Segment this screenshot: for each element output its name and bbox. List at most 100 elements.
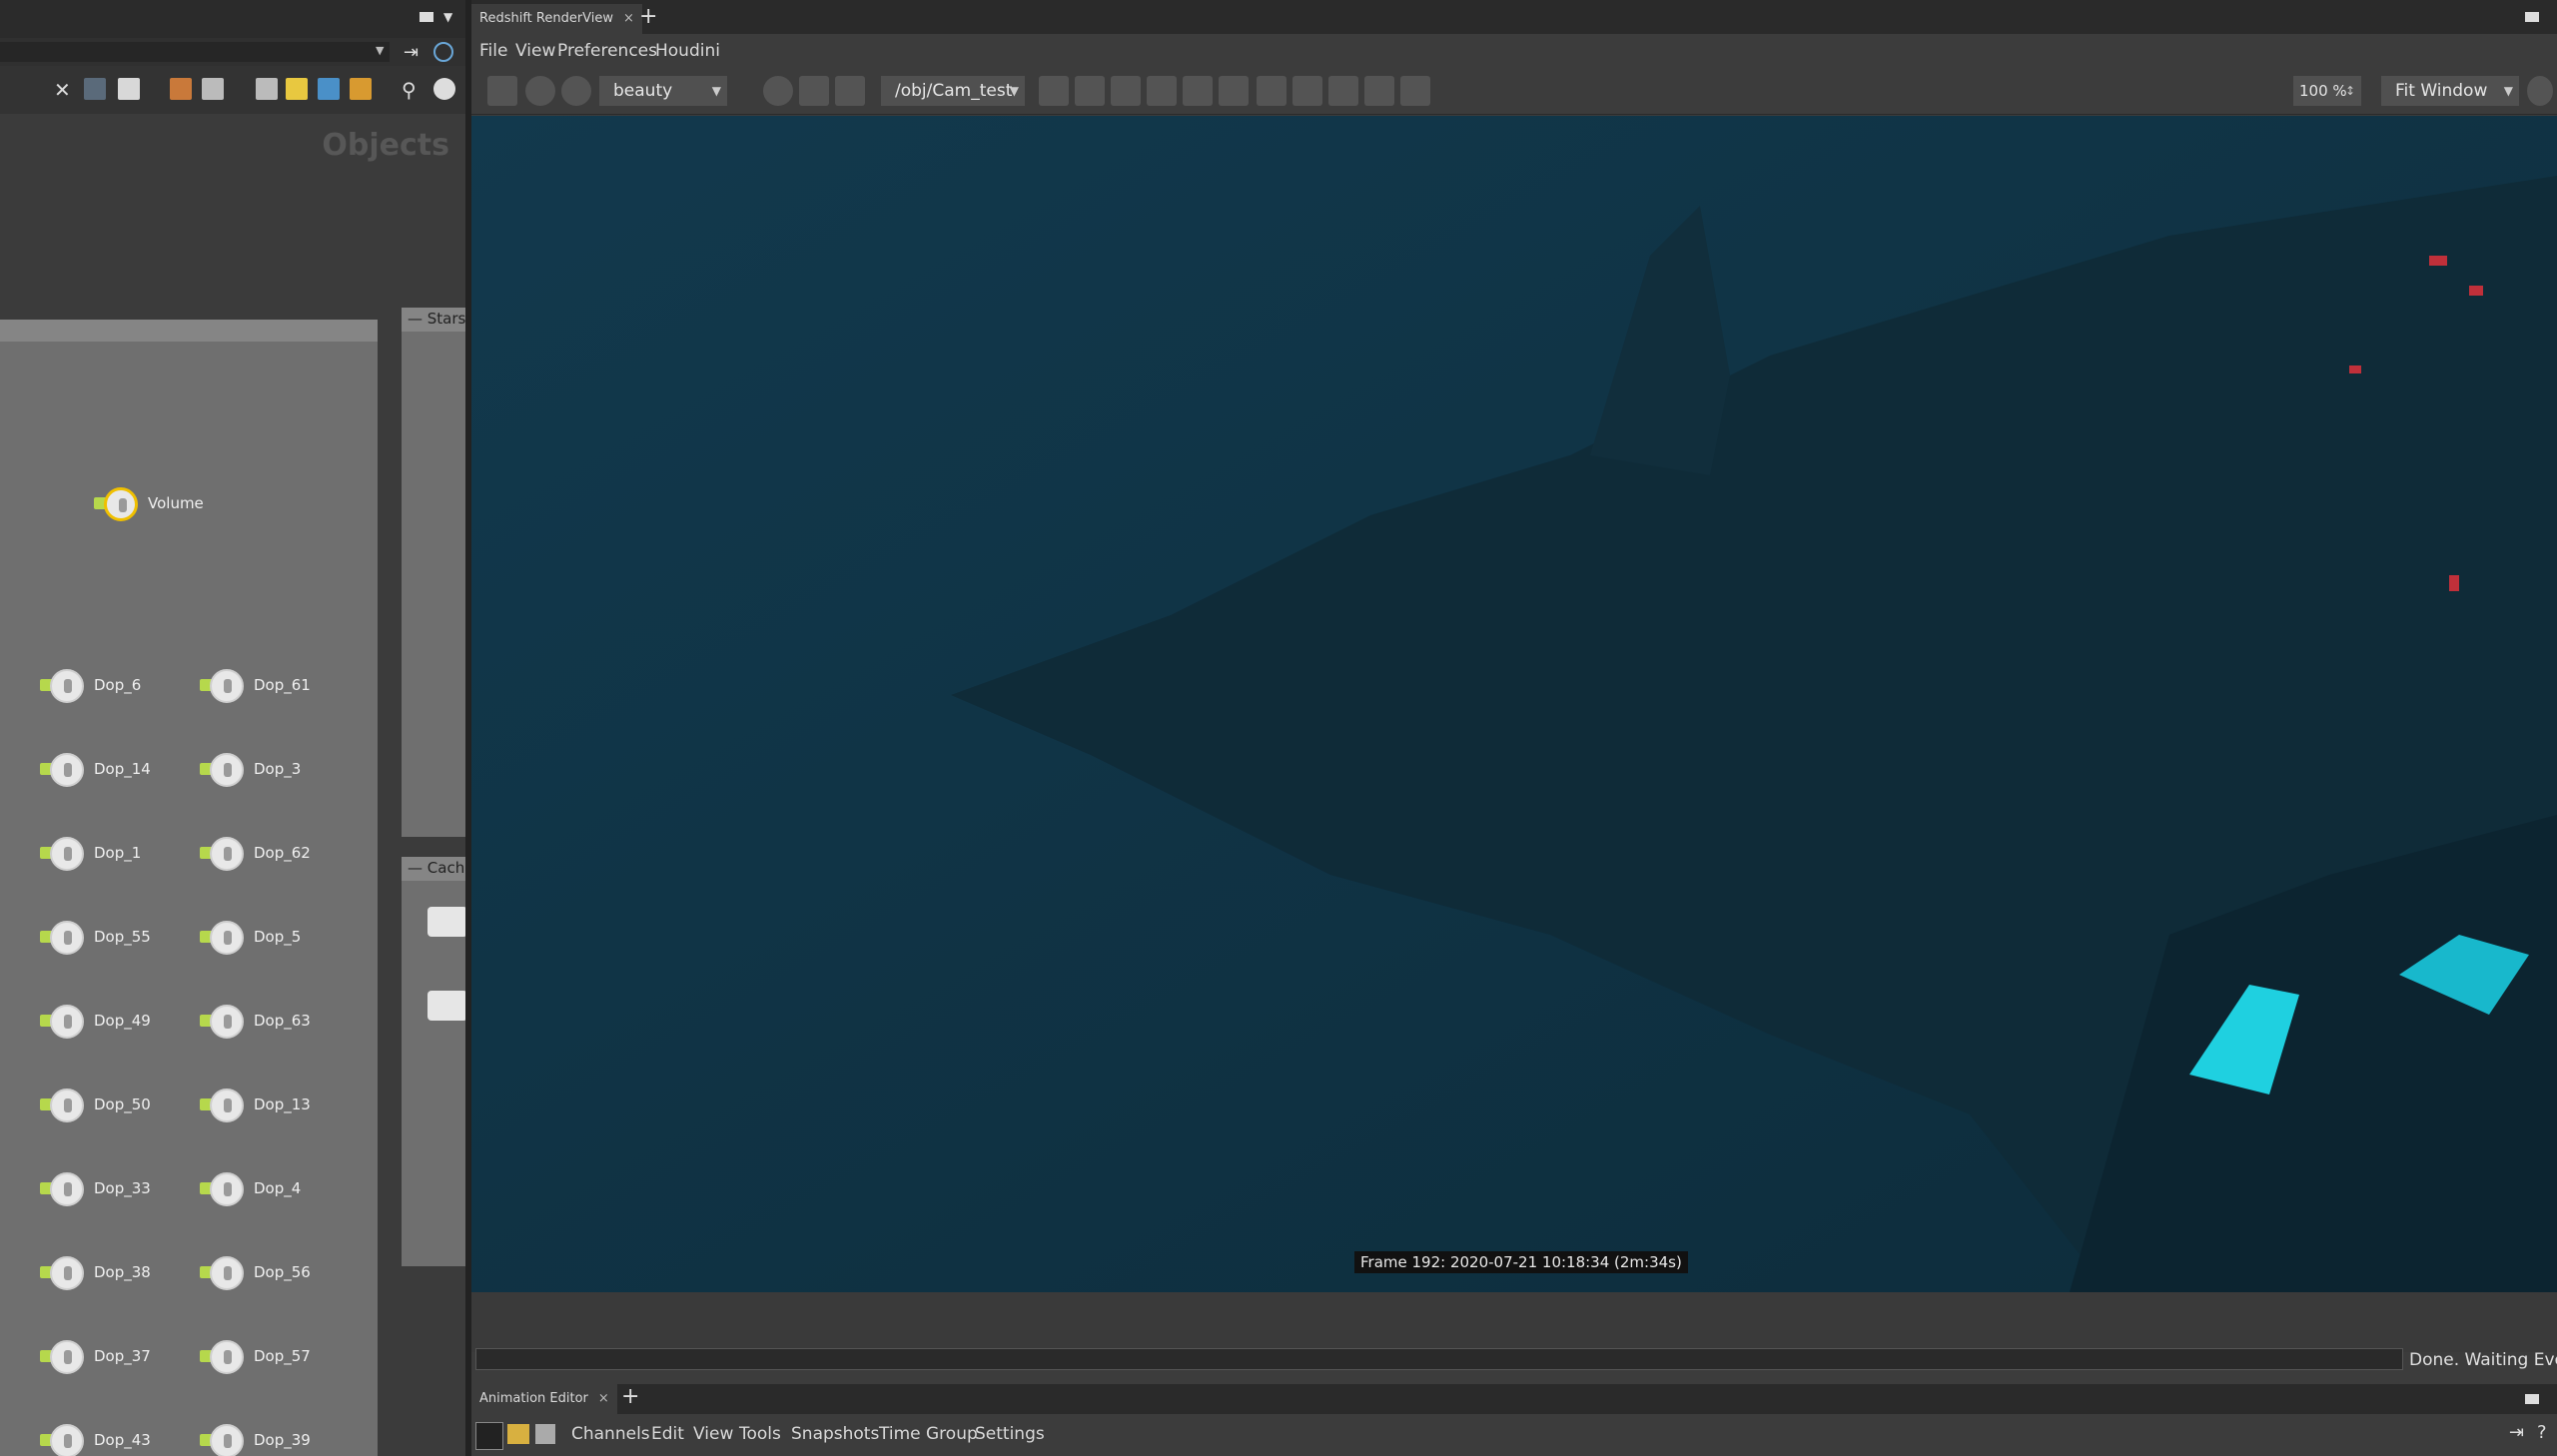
play-icon[interactable]	[525, 76, 555, 106]
node-label: Dop_61	[254, 676, 311, 694]
animation-tab-bar: Animation Editor × +	[471, 1384, 2557, 1414]
network-tab-bar: ▼	[0, 0, 465, 38]
grid-icon[interactable]	[202, 78, 224, 100]
snapshot-icon[interactable]	[763, 76, 793, 106]
pin-icon[interactable]: ⇥	[404, 42, 419, 63]
fit-dropdown[interactable]: Fit Window ▼	[2381, 76, 2519, 106]
menu-snapshots[interactable]: Snapshots	[791, 1424, 879, 1444]
search-icon[interactable]: ⚲	[402, 78, 424, 102]
node-dop[interactable]: Dop_56	[200, 1250, 360, 1298]
cache-node[interactable]	[427, 907, 465, 937]
region-icon[interactable]	[799, 76, 829, 106]
expand-icon[interactable]	[1257, 76, 1286, 106]
menu-edit[interactable]: Edit	[651, 1424, 684, 1444]
pane-menu-arrow-icon[interactable]: ▼	[443, 10, 452, 24]
gear-icon[interactable]	[2527, 76, 2553, 106]
menu-time-group[interactable]: Time Group	[879, 1424, 978, 1444]
chevron-down-icon: ▼	[711, 84, 721, 98]
node-dop[interactable]: Dop_62	[200, 831, 360, 879]
graph-mode-icon[interactable]	[475, 1422, 503, 1450]
pane-layout-icon[interactable]	[2525, 12, 2539, 22]
image-icon[interactable]	[318, 78, 340, 100]
node-dop[interactable]: Dop_61	[200, 663, 360, 711]
node-label: Dop_62	[254, 844, 311, 862]
pane-layout-icon[interactable]	[2525, 1394, 2539, 1404]
node-dop[interactable]: Dop_57	[200, 1334, 360, 1382]
light-bulb-icon	[210, 837, 244, 871]
render-progress-bar	[475, 1348, 2403, 1370]
node-label: Dop_39	[254, 1431, 311, 1449]
node-dop[interactable]: Dop_37	[40, 1334, 200, 1382]
menu-channels[interactable]: Channels	[571, 1424, 650, 1444]
node-dop[interactable]: Dop_5	[200, 915, 360, 963]
pin-icon[interactable]: ⇥	[2509, 1422, 2524, 1443]
save-image-icon[interactable]	[1364, 76, 1394, 106]
camera-dropdown[interactable]: /obj/Cam_test ▼	[881, 76, 1025, 106]
close-icon[interactable]: ×	[598, 1391, 609, 1406]
zoom-field[interactable]: 100 % ↕	[2293, 76, 2361, 106]
node-dop[interactable]: Dop_43	[40, 1418, 200, 1456]
link-icon[interactable]	[433, 42, 453, 62]
menu-settings[interactable]: Settings	[975, 1424, 1045, 1444]
add-tab-icon[interactable]: +	[639, 4, 657, 29]
sticky-note-icon[interactable]	[286, 78, 308, 100]
node-dop[interactable]: Dop_6	[40, 663, 200, 711]
node-dop[interactable]: Dop_1	[40, 831, 200, 879]
folder-icon[interactable]	[350, 78, 372, 100]
menu-file[interactable]: File	[479, 41, 507, 61]
node-dop[interactable]: Dop_38	[40, 1250, 200, 1298]
menu-preferences[interactable]: Preferences	[557, 41, 657, 61]
square-icon[interactable]	[1075, 76, 1105, 106]
node-volume[interactable]: Volume	[94, 481, 254, 529]
focus-icon[interactable]	[1219, 76, 1249, 106]
tree-view-icon[interactable]	[118, 78, 140, 100]
cache-node[interactable]	[427, 991, 465, 1021]
node-dop[interactable]: Dop_50	[40, 1083, 200, 1130]
menu-view[interactable]: View	[515, 41, 555, 61]
dopesheet-icon[interactable]	[507, 1424, 529, 1444]
node-dop[interactable]: Dop_33	[40, 1166, 200, 1214]
node-dop[interactable]: Dop_39	[200, 1418, 360, 1456]
light-bulb-icon	[210, 1340, 244, 1374]
light-bulb-icon	[210, 753, 244, 787]
lock-icon[interactable]	[1039, 76, 1069, 106]
aov-dropdown[interactable]: beauty ▼	[599, 76, 727, 106]
help-icon[interactable]: ?	[2537, 1422, 2547, 1443]
renderview-pane: Redshift RenderView × + File View Prefere…	[471, 0, 2557, 1456]
clapboard-icon[interactable]	[487, 76, 517, 106]
menu-tools[interactable]: Tools	[739, 1424, 781, 1444]
pane-layout-icon[interactable]	[420, 12, 433, 22]
node-dop[interactable]: Dop_63	[200, 999, 360, 1047]
network-path-field[interactable]	[0, 42, 390, 62]
menu-view[interactable]: View	[693, 1424, 733, 1444]
refresh-icon[interactable]	[561, 76, 591, 106]
node-dop[interactable]: Dop_14	[40, 747, 200, 795]
node-dop[interactable]: Dop_3	[200, 747, 360, 795]
add-tab-icon[interactable]: +	[621, 1384, 639, 1409]
crop-icon[interactable]	[835, 76, 865, 106]
network-box-icon[interactable]	[256, 78, 278, 100]
frame-icon[interactable]	[1328, 76, 1358, 106]
target-icon[interactable]	[1183, 76, 1213, 106]
circle-icon[interactable]	[1147, 76, 1177, 106]
table-icon[interactable]	[535, 1424, 555, 1444]
close-icon[interactable]: ×	[623, 11, 634, 26]
node-dop[interactable]: Dop_49	[40, 999, 200, 1047]
node-dop[interactable]: Dop_55	[40, 915, 200, 963]
tab-animation-editor[interactable]: Animation Editor ×	[471, 1384, 617, 1414]
path-dropdown-icon[interactable]: ▼	[376, 44, 384, 57]
color-palette-icon[interactable]	[170, 78, 192, 100]
list-view-icon[interactable]	[84, 78, 106, 100]
tab-redshift-renderview[interactable]: Redshift RenderView ×	[471, 4, 642, 34]
render-image[interactable]: Frame 192: 2020-07-21 10:18:34 (2m:34s)	[471, 116, 2557, 1292]
move-icon[interactable]	[1111, 76, 1141, 106]
copy-icon[interactable]	[1400, 76, 1430, 106]
tools-icon[interactable]: ✕	[54, 78, 76, 102]
network-box-main[interactable]: Volume Dop_6 Dop_14 Dop_1 Dop_55 Dop_49 Dop_5…	[0, 320, 378, 1456]
menu-houdini[interactable]: Houdini	[655, 41, 720, 61]
camera-icon[interactable]	[433, 78, 455, 100]
node-dop[interactable]: Dop_13	[200, 1083, 360, 1130]
hatch-icon[interactable]	[1292, 76, 1322, 106]
network-box-stars[interactable]: — Stars	[402, 308, 465, 837]
node-dop[interactable]: Dop_4	[200, 1166, 360, 1214]
